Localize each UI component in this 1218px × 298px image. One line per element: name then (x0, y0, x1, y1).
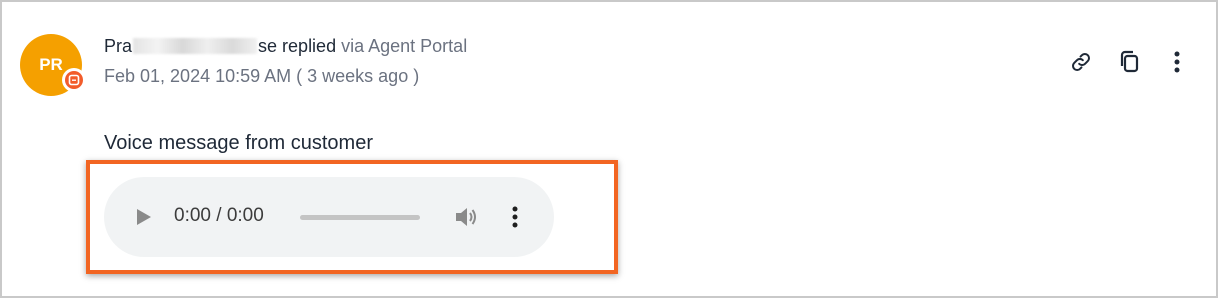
reply-timestamp: Feb 01, 2024 10:59 AM ( 3 weeks ago ) (104, 66, 420, 86)
reply-channel: via Agent Portal (341, 36, 468, 56)
author-name-end: se (258, 36, 278, 56)
more-vertical-icon (1174, 51, 1180, 73)
avatar-initials: PR (39, 55, 63, 74)
link-icon (1072, 53, 1090, 71)
copy-button[interactable] (1116, 48, 1142, 76)
author-name-start: Pra (104, 36, 133, 56)
more-options-button[interactable] (1164, 48, 1190, 76)
agent-badge (62, 68, 86, 92)
reply-card: PR Pra se replied via Agent Portal Feb 01… (0, 0, 1218, 298)
redacted-name-segment (133, 38, 258, 54)
audio-time: 0:00 / 0:00 (174, 205, 264, 226)
author-line: Pra se replied via Agent Portal (104, 36, 467, 57)
volume-button[interactable] (452, 204, 480, 230)
copy-icon (1120, 50, 1139, 73)
agent-portal-icon (65, 71, 83, 89)
volume-icon (456, 208, 476, 226)
reply-actions (1068, 48, 1190, 76)
more-vertical-icon (512, 206, 518, 228)
copy-link-button[interactable] (1068, 48, 1094, 76)
audio-more-button[interactable] (504, 203, 526, 231)
reply-action: replied (282, 36, 337, 56)
author-name: Pra se (104, 36, 277, 56)
play-icon (137, 209, 151, 225)
audio-player[interactable]: 0:00 / 0:00 (104, 177, 554, 257)
play-button[interactable] (132, 205, 156, 229)
message-text: Voice message from customer (104, 132, 373, 154)
audio-seek-bar[interactable] (300, 215, 420, 220)
